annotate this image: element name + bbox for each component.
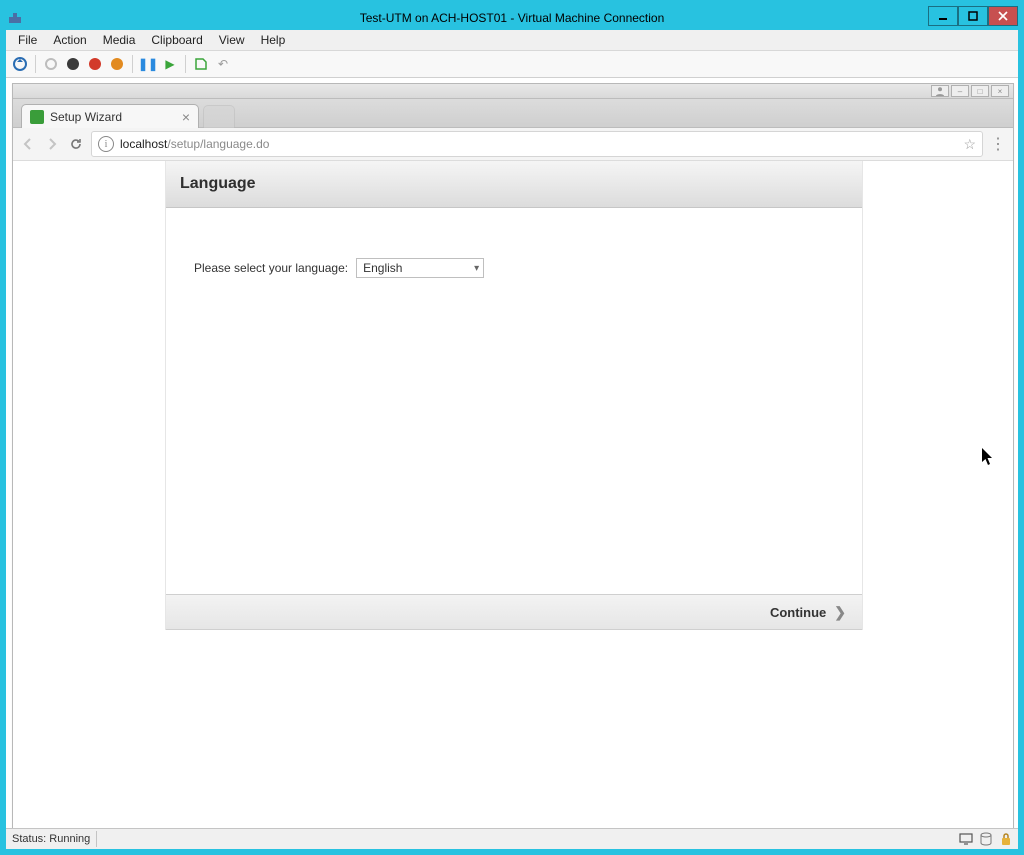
vm-statusbar: Status: Running bbox=[6, 828, 1018, 849]
chrome-menu-button[interactable]: ⋮ bbox=[989, 134, 1007, 154]
start-button[interactable] bbox=[41, 54, 61, 74]
toolbar-separator bbox=[185, 55, 186, 73]
wizard-title: Language bbox=[180, 175, 256, 193]
menu-file[interactable]: File bbox=[12, 31, 43, 49]
vm-menubar: File Action Media Clipboard View Help bbox=[6, 30, 1018, 51]
wizard-header: Language bbox=[166, 161, 862, 208]
close-button[interactable] bbox=[988, 6, 1018, 26]
tab-title: Setup Wizard bbox=[50, 110, 122, 124]
vm-app-icon bbox=[8, 11, 22, 25]
chrome-maximize-button[interactable]: □ bbox=[971, 85, 989, 97]
menu-view[interactable]: View bbox=[213, 31, 251, 49]
disk-icon[interactable] bbox=[978, 832, 994, 846]
site-info-icon[interactable]: i bbox=[98, 136, 114, 152]
url-path: /setup/language.do bbox=[167, 137, 269, 151]
browser-tab-setup-wizard[interactable]: Setup Wizard × bbox=[21, 104, 199, 128]
forward-button[interactable] bbox=[43, 135, 61, 153]
tab-favicon bbox=[30, 110, 44, 124]
lock-icon[interactable] bbox=[998, 832, 1014, 846]
wizard-footer: Continue ❯ bbox=[166, 594, 862, 630]
menu-action[interactable]: Action bbox=[47, 31, 92, 49]
new-tab-button[interactable] bbox=[203, 105, 235, 128]
shutdown-button[interactable] bbox=[85, 54, 105, 74]
vm-display[interactable]: ‒ □ × Setup Wizard × bbox=[6, 78, 1018, 828]
back-button[interactable] bbox=[19, 135, 37, 153]
save-button[interactable] bbox=[107, 54, 127, 74]
toolbar-separator bbox=[35, 55, 36, 73]
status-text: Status: Running bbox=[12, 833, 90, 845]
menu-help[interactable]: Help bbox=[255, 31, 292, 49]
chevron-right-icon: ❯ bbox=[834, 604, 846, 621]
reset-button[interactable]: ▶ bbox=[160, 54, 180, 74]
chrome-minimize-button[interactable]: ‒ bbox=[951, 85, 969, 97]
language-select[interactable]: English ▾ bbox=[356, 258, 484, 278]
continue-button[interactable]: Continue ❯ bbox=[770, 604, 846, 621]
language-selected-value: English bbox=[363, 261, 402, 275]
menu-clipboard[interactable]: Clipboard bbox=[145, 31, 208, 49]
chevron-down-icon: ▾ bbox=[474, 263, 479, 274]
bookmark-star-icon[interactable]: ☆ bbox=[963, 136, 976, 153]
continue-label: Continue bbox=[770, 605, 826, 620]
wizard-body: Please select your language: English ▾ bbox=[166, 208, 862, 594]
ctrl-alt-del-button[interactable] bbox=[10, 54, 30, 74]
display-config-icon[interactable] bbox=[958, 832, 974, 846]
vm-titlebar: Test-UTM on ACH-HOST01 - Virtual Machine… bbox=[6, 6, 1018, 30]
menu-media[interactable]: Media bbox=[97, 31, 142, 49]
tab-close-icon[interactable]: × bbox=[182, 110, 190, 124]
vm-toolbar: ❚❚ ▶ ↶ bbox=[6, 51, 1018, 78]
pause-button[interactable]: ❚❚ bbox=[138, 54, 158, 74]
chrome-tabstrip: Setup Wizard × bbox=[13, 99, 1013, 128]
maximize-button[interactable] bbox=[958, 6, 988, 26]
page-viewport: Language Please select your language: En… bbox=[13, 161, 1013, 828]
chrome-address-bar: i localhost/setup/language.do ☆ ⋮ bbox=[13, 128, 1013, 161]
chrome-close-button[interactable]: × bbox=[991, 85, 1009, 97]
language-prompt: Please select your language: bbox=[194, 261, 348, 275]
setup-wizard-panel: Language Please select your language: En… bbox=[165, 161, 863, 630]
reload-button[interactable] bbox=[67, 135, 85, 153]
user-icon[interactable] bbox=[931, 85, 949, 97]
chrome-window-controls: ‒ □ × bbox=[13, 84, 1013, 99]
statusbar-separator bbox=[96, 831, 97, 847]
omnibox[interactable]: i localhost/setup/language.do ☆ bbox=[91, 131, 983, 157]
toolbar-separator bbox=[132, 55, 133, 73]
checkpoint-button[interactable] bbox=[191, 54, 211, 74]
url-text: localhost/setup/language.do bbox=[120, 137, 269, 151]
revert-button[interactable]: ↶ bbox=[213, 54, 233, 74]
minimize-button[interactable] bbox=[928, 6, 958, 26]
chrome-window: ‒ □ × Setup Wizard × bbox=[12, 83, 1014, 828]
vm-window-title: Test-UTM on ACH-HOST01 - Virtual Machine… bbox=[6, 11, 1018, 25]
url-host: localhost bbox=[120, 137, 167, 151]
turnoff-button[interactable] bbox=[63, 54, 83, 74]
